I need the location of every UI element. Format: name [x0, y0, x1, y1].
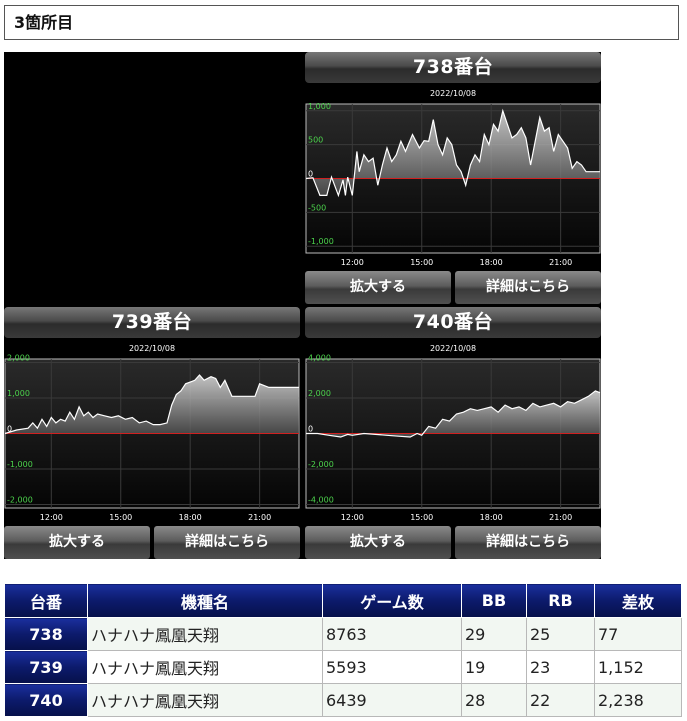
machine-738-block: 738番台 2022/10/08 1,000 500 0 -500 -1,000 12:00… — [305, 52, 601, 304]
chart-date: 2022/10/08 — [129, 344, 175, 353]
machine-number[interactable]: 739 — [4, 650, 88, 684]
y-tick-label: -2,000 — [308, 460, 334, 469]
x-tick-label: 12:00 — [341, 258, 364, 267]
col-header-bb: BB — [461, 583, 527, 618]
x-tick-label: 12:00 — [40, 513, 63, 522]
machine-model: ハナハナ鳳凰天翔 — [87, 683, 323, 717]
coin-difference: 2,238 — [594, 683, 682, 717]
zoom-button[interactable]: 拡大する — [305, 526, 451, 559]
table-header-row: 台番 機種名 ゲーム数 BB RB 差枚 — [4, 583, 682, 618]
y-tick-label: -1,000 — [308, 237, 334, 246]
rb-count: 25 — [526, 617, 595, 651]
rb-count: 22 — [526, 683, 595, 717]
bb-count: 28 — [461, 683, 527, 717]
machine-739-block: 739番台 2022/10/08 2,000 1,000 0 -1,000 -2,000 1… — [4, 307, 300, 559]
y-tick-label: 2,000 — [7, 354, 30, 363]
y-tick-label: 500 — [308, 136, 323, 145]
y-tick-label: -1,000 — [7, 460, 33, 469]
x-tick-label: 12:00 — [341, 513, 364, 522]
y-tick-label: 0 — [308, 170, 313, 179]
machine-740-block: 740番台 2022/10/08 4,000 2,000 0 -2,000 -4,000 1… — [305, 307, 601, 559]
y-tick-label: 1,000 — [308, 102, 331, 111]
col-header-games: ゲーム数 — [322, 583, 462, 618]
table-row: 738 ハナハナ鳳凰天翔 8763 29 25 77 — [4, 617, 682, 651]
machine-number[interactable]: 740 — [4, 683, 88, 717]
x-tick-label: 18:00 — [179, 513, 202, 522]
slump-chart: 2022/10/08 1,000 500 0 -500 -1,000 12:00 15:00 1… — [305, 89, 601, 267]
section-heading: 3箇所目 — [4, 5, 679, 40]
y-tick-label: 0 — [308, 425, 313, 434]
bb-count: 19 — [461, 650, 527, 684]
coin-difference: 77 — [594, 617, 682, 651]
y-tick-label: 1,000 — [7, 389, 30, 398]
x-tick-label: 18:00 — [480, 258, 503, 267]
detail-button[interactable]: 詳細はこちら — [455, 271, 601, 304]
chart-date: 2022/10/08 — [430, 89, 476, 98]
game-count: 8763 — [322, 617, 462, 651]
x-tick-label: 15:00 — [109, 513, 132, 522]
col-header-rb: RB — [526, 583, 595, 618]
x-tick-label: 21:00 — [248, 513, 271, 522]
col-header-diff: 差枚 — [594, 583, 682, 618]
x-tick-label: 15:00 — [410, 258, 433, 267]
bb-count: 29 — [461, 617, 527, 651]
detail-button[interactable]: 詳細はこちら — [154, 526, 300, 559]
graph-panel: 738番台 2022/10/08 1,000 500 0 -500 -1,000 12:00… — [4, 52, 601, 559]
machine-title: 738番台 — [305, 52, 601, 83]
x-tick-label: 15:00 — [410, 513, 433, 522]
machine-data-table: 台番 機種名 ゲーム数 BB RB 差枚 738 ハナハナ鳳凰天翔 8763 2… — [4, 583, 682, 717]
y-tick-label: -2,000 — [7, 495, 33, 504]
table-row: 739 ハナハナ鳳凰天翔 5593 19 23 1,152 — [4, 650, 682, 684]
chart-date: 2022/10/08 — [430, 344, 476, 353]
machine-title: 739番台 — [4, 307, 300, 338]
detail-button[interactable]: 詳細はこちら — [455, 526, 601, 559]
game-count: 6439 — [322, 683, 462, 717]
y-tick-label: 2,000 — [308, 389, 331, 398]
table-row: 740 ハナハナ鳳凰天翔 6439 28 22 2,238 — [4, 683, 682, 717]
x-tick-label: 18:00 — [480, 513, 503, 522]
y-tick-label: 4,000 — [308, 354, 331, 363]
coin-difference: 1,152 — [594, 650, 682, 684]
machine-title: 740番台 — [305, 307, 601, 338]
zoom-button[interactable]: 拡大する — [305, 271, 451, 304]
machine-model: ハナハナ鳳凰天翔 — [87, 617, 323, 651]
game-count: 5593 — [322, 650, 462, 684]
slump-chart: 2022/10/082,0001,0000-1,000-2,00012:00 15… — [4, 344, 300, 522]
x-tick-label: 21:00 — [549, 513, 572, 522]
machine-number[interactable]: 738 — [4, 617, 88, 651]
machine-model: ハナハナ鳳凰天翔 — [87, 650, 323, 684]
y-tick-label: -500 — [308, 203, 326, 212]
x-tick-label: 21:00 — [549, 258, 572, 267]
col-header-no: 台番 — [4, 583, 88, 618]
rb-count: 23 — [526, 650, 595, 684]
y-tick-label: -4,000 — [308, 495, 334, 504]
col-header-name: 機種名 — [87, 583, 323, 618]
slump-chart: 2022/10/08 4,000 2,000 0 -2,000 -4,000 12:00 15… — [305, 344, 601, 522]
zoom-button[interactable]: 拡大する — [4, 526, 150, 559]
